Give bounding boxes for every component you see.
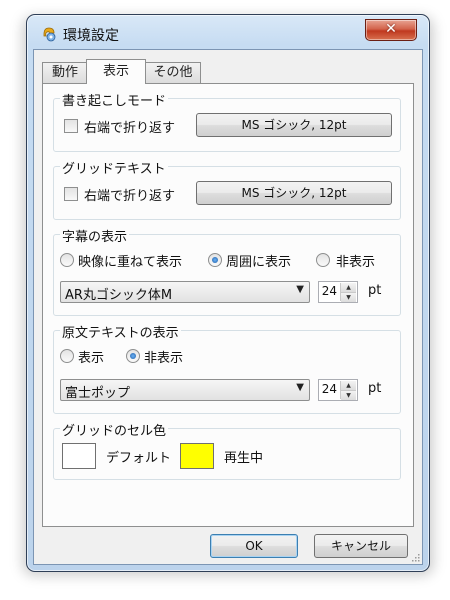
chevron-down-icon: ▼ (296, 382, 304, 393)
group-source-text-display: 原文テキストの表示 表示 非表示 富士ポップ ▼ 24 ▲ ▼ pt (53, 322, 401, 414)
cancel-button[interactable]: キャンセル (314, 534, 408, 558)
display-tab-panel: 書き起こしモード 右端で折り返す MS ゴシック, 12pt グリッドテキスト … (42, 83, 414, 527)
subtitle-size-spinner[interactable]: 24 ▲ ▼ (318, 281, 358, 303)
spin-up-icon[interactable]: ▲ (341, 283, 356, 292)
radio-label: 周囲に表示 (226, 255, 292, 270)
wrap-label: 右端で折り返す (84, 189, 176, 204)
group-title: 字幕の表示 (60, 226, 130, 245)
group-title: 書き起こしモード (60, 90, 169, 109)
playing-color-swatch[interactable] (180, 443, 214, 469)
group-grid-cell-color: グリッドのセル色 デフォルト 再生中 (53, 420, 401, 480)
spin-down-icon[interactable]: ▼ (341, 390, 356, 400)
radio-hide[interactable] (126, 349, 140, 363)
spin-up-icon[interactable]: ▲ (341, 381, 356, 390)
font-select-button[interactable]: MS ゴシック, 12pt (196, 181, 392, 205)
group-transcription-mode: 書き起こしモード 右端で折り返す MS ゴシック, 12pt (53, 90, 401, 152)
spin-down-icon[interactable]: ▼ (341, 292, 356, 302)
radio-label: 表示 (78, 351, 105, 366)
spinner-buttons: ▲ ▼ (340, 381, 356, 400)
source-size-spinner[interactable]: 24 ▲ ▼ (318, 379, 358, 401)
radio-overlay-on-video[interactable] (60, 253, 74, 267)
subtitle-font-dropdown[interactable]: AR丸ゴシック体M ▼ (60, 281, 310, 303)
size-unit-label: pt (368, 283, 382, 298)
group-title: 原文テキストの表示 (60, 322, 181, 341)
radio-hidden[interactable] (316, 253, 330, 267)
radio-label: 映像に重ねて表示 (78, 255, 183, 270)
radio-label: 非表示 (144, 351, 184, 366)
dropdown-value: AR丸ゴシック体M (65, 288, 173, 303)
playing-color-label: 再生中 (224, 451, 264, 466)
tab-display[interactable]: 表示 (86, 59, 146, 84)
settings-dialog: 環境設定 ✕ 動作 表示 その他 書き起こしモード 右端で折り返す MS ゴシッ… (26, 14, 430, 572)
group-title: グリッドテキスト (60, 158, 168, 177)
spinner-buttons: ▲ ▼ (340, 283, 356, 302)
wrap-checkbox[interactable] (64, 119, 78, 133)
radio-label: 非表示 (336, 255, 376, 270)
chevron-down-icon: ▼ (296, 284, 304, 295)
dialog-client-area: 動作 表示 その他 書き起こしモード 右端で折り返す MS ゴシック, 12pt… (33, 49, 423, 565)
title-bar[interactable]: 環境設定 ✕ (27, 15, 429, 49)
font-button-label: MS ゴシック, 12pt (241, 186, 347, 200)
tab-label: その他 (153, 65, 193, 80)
source-font-dropdown[interactable]: 富士ポップ ▼ (60, 379, 310, 401)
ok-button[interactable]: OK (210, 534, 298, 558)
window-title: 環境設定 (63, 28, 119, 44)
group-title: グリッドのセル色 (60, 420, 169, 439)
font-button-label: MS ゴシック, 12pt (241, 118, 347, 132)
wrap-checkbox[interactable] (64, 187, 78, 201)
spinner-value: 24 (321, 284, 337, 298)
close-icon: ✕ (385, 21, 397, 37)
spinner-value: 24 (321, 382, 337, 396)
resize-grip-icon[interactable] (410, 552, 420, 562)
font-select-button[interactable]: MS ゴシック, 12pt (196, 113, 392, 137)
settings-app-icon (43, 27, 56, 42)
cancel-label: キャンセル (330, 539, 391, 553)
wrap-label: 右端で折り返す (84, 121, 176, 136)
tab-label: 動作 (51, 65, 78, 80)
tab-other[interactable]: その他 (145, 62, 201, 83)
group-subtitle-display: 字幕の表示 映像に重ねて表示 周囲に表示 非表示 AR丸ゴシック体M ▼ 24 … (53, 226, 401, 316)
ok-label: OK (245, 539, 263, 553)
dropdown-value: 富士ポップ (65, 386, 131, 401)
size-unit-label: pt (368, 381, 382, 396)
close-button[interactable]: ✕ (365, 19, 417, 41)
default-color-swatch[interactable] (62, 443, 96, 469)
radio-around-video[interactable] (208, 253, 222, 267)
group-grid-text: グリッドテキスト 右端で折り返す MS ゴシック, 12pt (53, 158, 401, 220)
default-color-label: デフォルト (106, 451, 172, 466)
tab-label: 表示 (102, 64, 129, 79)
tab-behavior[interactable]: 動作 (42, 62, 88, 83)
radio-show[interactable] (60, 349, 74, 363)
